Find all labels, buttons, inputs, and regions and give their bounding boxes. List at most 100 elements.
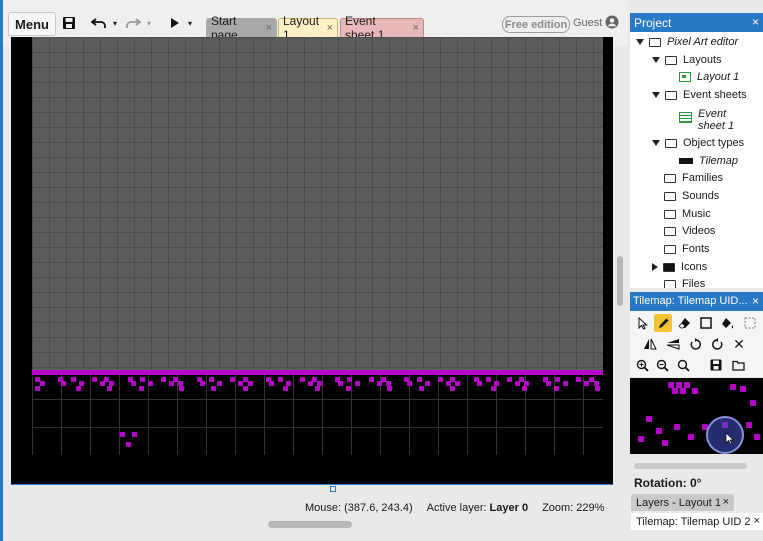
tileset-pixel: [656, 428, 662, 434]
tile-pixel: [268, 381, 274, 386]
free-edition-badge[interactable]: Free edition: [502, 16, 570, 33]
guest-label[interactable]: Guest: [573, 17, 602, 29]
tile-pixel: [455, 381, 461, 386]
tree-item-layout-1[interactable]: Layout 1: [679, 71, 739, 83]
save-icon[interactable]: [708, 357, 724, 373]
tileset-pixel: [754, 434, 760, 440]
tree-item-sounds[interactable]: Sounds: [664, 190, 719, 202]
tile-pixel: [75, 386, 81, 391]
tree-item-families[interactable]: Families: [664, 172, 723, 184]
caret-down-icon[interactable]: [652, 57, 660, 63]
tile-pixel: [416, 377, 422, 382]
tile-pixel: [576, 377, 582, 382]
eraser-tool-icon[interactable]: [676, 315, 692, 331]
flip-horizontal-icon[interactable]: [642, 336, 658, 352]
tile-row: [32, 370, 603, 375]
panel-title: Tilemap: Tilemap UID...: [633, 295, 748, 307]
rotate-ccw-icon[interactable]: [687, 336, 703, 352]
tree-item-videos[interactable]: Videos: [664, 225, 715, 237]
open-folder-icon[interactable]: [730, 357, 746, 373]
tile-pixel: [314, 386, 320, 391]
tile-pixel: [490, 386, 496, 391]
resize-handle[interactable]: [330, 486, 336, 492]
tilemap-icon: [679, 158, 693, 164]
vertical-scrollbar[interactable]: [617, 256, 623, 306]
tileset-pixel: [638, 436, 644, 442]
tree-item-event-sheets[interactable]: Event sheets: [652, 89, 747, 101]
close-icon[interactable]: ×: [752, 15, 759, 29]
close-icon[interactable]: ×: [327, 22, 333, 34]
tab-layers[interactable]: Layers - Layout 1 ×: [631, 494, 734, 511]
tab-tilemap-properties[interactable]: Tilemap: Tilemap UID 2 ×: [631, 513, 763, 530]
tree-label: Families: [682, 172, 723, 184]
close-icon[interactable]: ×: [723, 496, 729, 508]
tree-label: Layout 1: [697, 71, 740, 83]
tree-item-fonts[interactable]: Fonts: [664, 243, 710, 255]
undo-icon[interactable]: [90, 12, 108, 34]
tile-pixel: [555, 377, 560, 382]
tile-pixel: [91, 377, 97, 382]
tile-pixel: [387, 386, 392, 391]
tile-grid: [32, 37, 603, 371]
tileset-pixel: [662, 440, 668, 446]
horizontal-scrollbar[interactable]: [268, 521, 352, 528]
reset-transform-icon[interactable]: ✕: [731, 336, 747, 352]
tile-pixel: [247, 381, 253, 386]
selection-tool-icon[interactable]: [742, 315, 758, 331]
redo-icon[interactable]: [124, 12, 142, 34]
close-icon[interactable]: ×: [754, 515, 760, 527]
tileset-pixel: [740, 386, 746, 392]
tree-item-music[interactable]: Music: [664, 208, 711, 220]
folder-icon: [664, 209, 676, 219]
layout-canvas[interactable]: [11, 37, 613, 484]
caret-right-icon[interactable]: [652, 263, 658, 271]
tileset-preview[interactable]: [630, 378, 763, 454]
tree-label: Event sheets: [683, 89, 747, 101]
tileset-scrollbar[interactable]: [634, 463, 747, 469]
tile-pixel: [132, 432, 137, 437]
close-icon[interactable]: ×: [752, 294, 759, 308]
rectangle-tool-icon[interactable]: [698, 315, 714, 331]
tab-start-page[interactable]: Start page ×: [206, 14, 277, 42]
fill-tool-icon[interactable]: [720, 315, 736, 331]
tile-pixel: [209, 377, 214, 382]
tree-label: Pixel Art editor: [667, 36, 739, 48]
tree-item-event-sheet-1[interactable]: Event sheet 1: [679, 108, 736, 132]
tab-event-sheet-1[interactable]: Event sheet 1 ×: [340, 14, 424, 42]
tab-layout-1[interactable]: Layout 1 ×: [278, 14, 338, 42]
tree-label: Tilemap: [699, 155, 739, 167]
caret-down-icon[interactable]: [652, 92, 660, 98]
tree-item-icons[interactable]: Icons: [652, 261, 707, 273]
caret-down-icon[interactable]: [636, 39, 644, 45]
tree-item-tilemap[interactable]: Tilemap: [679, 155, 738, 167]
flip-vertical-icon[interactable]: [665, 336, 681, 352]
caret-down-icon[interactable]: [652, 140, 660, 146]
tree-item-files[interactable]: Files: [664, 278, 705, 288]
select-tool-icon[interactable]: [635, 315, 651, 331]
save-icon[interactable]: [60, 12, 78, 34]
tile-pixel: [217, 381, 222, 386]
close-icon[interactable]: ×: [413, 22, 419, 34]
tree-item-project-root[interactable]: Pixel Art editor: [636, 36, 738, 48]
play-dropdown-icon[interactable]: ▾: [186, 12, 194, 34]
tile-pixel: [368, 377, 374, 382]
layout-icon: [679, 72, 691, 82]
redo-dropdown-icon[interactable]: ▾: [145, 12, 153, 34]
tree-item-layouts[interactable]: Layouts: [652, 54, 722, 66]
tileset-pixel: [688, 434, 694, 440]
close-icon[interactable]: ×: [266, 22, 272, 34]
zoom-in-icon[interactable]: [634, 357, 650, 373]
user-avatar-icon[interactable]: [605, 15, 619, 32]
zoom-out-icon[interactable]: [654, 357, 670, 373]
tile-pixel: [485, 377, 491, 382]
rotate-cw-icon[interactable]: [709, 336, 725, 352]
play-icon[interactable]: [168, 12, 182, 34]
undo-dropdown-icon[interactable]: ▾: [111, 12, 119, 34]
menu-button[interactable]: Menu: [8, 12, 56, 36]
zoom-reset-icon[interactable]: [675, 357, 691, 373]
tree-label: Fonts: [682, 243, 710, 255]
tree-item-object-types[interactable]: Object types: [652, 137, 744, 149]
tile-pixel: [476, 381, 482, 386]
tab-label: Layers - Layout 1: [636, 497, 721, 509]
pencil-tool-icon[interactable]: [654, 314, 672, 332]
